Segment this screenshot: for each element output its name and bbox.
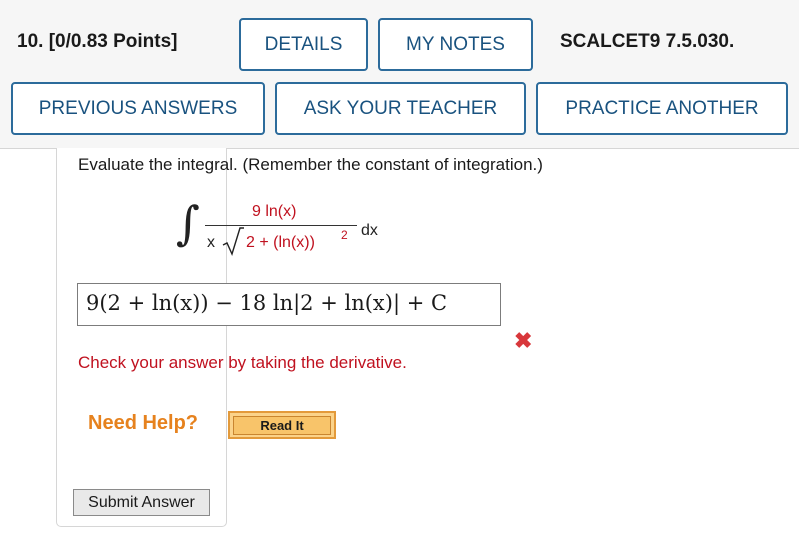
my-notes-button[interactable]: MY NOTES — [378, 18, 533, 71]
problem-source-label: SCALCET9 7.5.030. — [560, 31, 735, 52]
previous-answers-button[interactable]: PREVIOUS ANSWERS — [11, 82, 265, 135]
answer-value: 9(2 + ln(x)) − 18 ln|2 + ln(x)| + C — [86, 291, 448, 315]
submit-answer-button[interactable]: Submit Answer — [73, 489, 210, 516]
read-it-button[interactable]: Read It — [228, 411, 336, 439]
square-root-icon — [222, 227, 244, 256]
integrand-numerator: 9 ln(x) — [252, 203, 297, 220]
question-number-points: 10. [0/0.83 Points] — [17, 31, 178, 52]
read-it-label: Read It — [233, 415, 331, 435]
integrand-denominator-exponent: 2 — [341, 228, 348, 242]
feedback-message: Check your answer by taking the derivati… — [78, 353, 407, 372]
differential-dx: dx — [361, 222, 378, 239]
details-button[interactable]: DETAILS — [239, 18, 368, 71]
integrand-denominator-inner: 2 + (ln(x)) — [246, 234, 315, 251]
incorrect-x-icon: ✖ — [514, 328, 533, 353]
ask-your-teacher-button[interactable]: ASK YOUR TEACHER — [275, 82, 526, 135]
integrand-denominator-x: x — [207, 234, 215, 251]
integral-sign-icon: ∫ — [176, 196, 200, 250]
question-prompt: Evaluate the integral. (Remember the con… — [78, 155, 543, 174]
need-help-label: Need Help? — [88, 412, 199, 434]
question-body-panel — [56, 148, 227, 527]
practice-another-button[interactable]: PRACTICE ANOTHER — [536, 82, 788, 135]
